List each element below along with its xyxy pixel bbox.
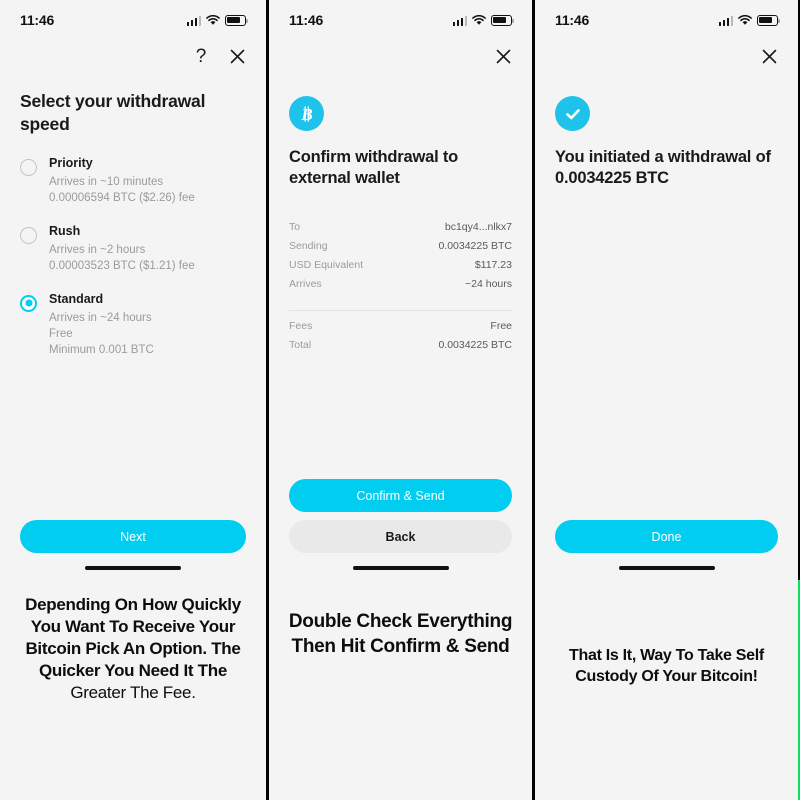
- option-label: Priority: [49, 155, 93, 170]
- option-detail: Free: [49, 327, 73, 340]
- detail-label: Arrives: [289, 278, 322, 291]
- three-panel-tutorial: 11:46 ? Select your withdrawal speed Pri…: [0, 0, 800, 800]
- close-icon[interactable]: [228, 46, 246, 66]
- detail-value: 0.0034225 BTC: [438, 240, 512, 253]
- caption-bold: Depending On How Quickly You Want To Rec…: [25, 595, 241, 681]
- nav-bar-1: ?: [20, 38, 246, 74]
- option-body: Priority Arrives in ~10 minutes 0.000065…: [49, 156, 246, 206]
- caption-text-3: That Is It, Way To Take Self Custody Of …: [569, 647, 764, 685]
- option-body: Standard Arrives in ~24 hours Free Minim…: [49, 292, 246, 358]
- close-icon[interactable]: [494, 46, 512, 66]
- wifi-icon: [738, 14, 752, 26]
- done-button[interactable]: Done: [555, 520, 778, 553]
- phone-screen-1: 11:46 ? Select your withdrawal speed Pri…: [0, 0, 266, 580]
- status-time: 11:46: [555, 12, 590, 28]
- status-bar-3: 11:46: [555, 0, 780, 34]
- check-icon: [555, 96, 590, 131]
- nav-bar-2: [289, 38, 512, 74]
- home-indicator: [85, 566, 181, 570]
- total-row: Total 0.0034225 BTC: [289, 336, 512, 355]
- option-detail: Arrives in ~10 minutes: [49, 175, 164, 188]
- page-title: Select your withdrawal speed: [20, 91, 206, 134]
- detail-value: bc1qy4...nlkx7: [444, 221, 512, 234]
- caption-text-1: Depending On How Quickly You Want To Rec…: [10, 594, 256, 704]
- detail-label: Sending: [289, 240, 328, 253]
- detail-row: To bc1qy4...nlkx7: [289, 218, 512, 237]
- option-rush[interactable]: Rush Arrives in ~2 hours 0.00003523 BTC …: [20, 224, 246, 274]
- detail-row: Sending 0.0034225 BTC: [289, 237, 512, 256]
- radio-priority[interactable]: [20, 158, 37, 176]
- option-priority[interactable]: Priority Arrives in ~10 minutes 0.000065…: [20, 156, 246, 206]
- detail-value: ~24 hours: [465, 278, 512, 291]
- phone-screen-2: 11:46 B Confirm withdrawal to external w…: [269, 0, 532, 580]
- bitcoin-icon: B: [289, 96, 324, 131]
- withdrawal-details: To bc1qy4...nlkx7 Sending 0.0034225 BTC …: [289, 218, 512, 355]
- total-label: Fees: [289, 320, 313, 333]
- status-icons: [718, 14, 780, 26]
- caption-1: Depending On How Quickly You Want To Rec…: [0, 580, 266, 800]
- option-label: Rush: [49, 223, 81, 238]
- battery-icon: [225, 14, 248, 26]
- page-title: Confirm withdrawal to external wallet: [289, 148, 459, 188]
- status-icons: [452, 14, 514, 26]
- option-detail: Minimum 0.001 BTC: [49, 344, 154, 357]
- wifi-icon: [206, 14, 220, 26]
- detail-label: USD Equivalent: [289, 259, 364, 272]
- panel-withdrawal-initiated: 11:46 You initiated a withdrawal of 0.00…: [532, 0, 798, 800]
- back-button[interactable]: Back: [289, 520, 512, 553]
- wifi-icon: [472, 14, 486, 26]
- panel-withdrawal-speed: 11:46 ? Select your withdrawal speed Pri…: [0, 0, 266, 800]
- status-bar-1: 11:46: [20, 0, 248, 34]
- panel-confirm-withdrawal: 11:46 B Confirm withdrawal to external w…: [266, 0, 532, 800]
- caption-3: That Is It, Way To Take Self Custody Of …: [535, 580, 798, 800]
- caption-text-2: Double Check Everything Then Hit Confirm…: [288, 611, 513, 657]
- home-indicator: [352, 566, 449, 570]
- status-time: 11:46: [20, 12, 55, 28]
- section-divider: [289, 309, 512, 311]
- detail-row: USD Equivalent $117.23: [289, 256, 512, 275]
- option-body: Rush Arrives in ~2 hours 0.00003523 BTC …: [49, 224, 246, 274]
- detail-label: To: [289, 221, 301, 234]
- option-detail: 0.00003523 BTC ($1.21) fee: [49, 259, 195, 272]
- svg-text:B: B: [300, 105, 312, 124]
- option-detail: 0.00006594 BTC ($2.26) fee: [49, 191, 195, 204]
- caption-light: Greater The Fee.: [70, 683, 196, 703]
- page-title: You initiated a withdrawal of 0.0034225 …: [555, 148, 771, 188]
- detail-row: Arrives ~24 hours: [289, 275, 512, 294]
- nav-bar-3: [555, 38, 778, 74]
- next-button[interactable]: Next: [20, 520, 246, 553]
- battery-icon: [757, 14, 780, 26]
- option-label: Standard: [49, 291, 104, 306]
- radio-standard[interactable]: [20, 294, 37, 312]
- status-time: 11:46: [289, 12, 324, 28]
- cellular-bars-icon: [718, 15, 733, 26]
- radio-rush[interactable]: [20, 226, 37, 244]
- option-standard[interactable]: Standard Arrives in ~24 hours Free Minim…: [20, 292, 246, 358]
- close-icon[interactable]: [760, 46, 778, 66]
- home-indicator: [618, 566, 715, 570]
- total-row: Fees Free: [289, 317, 512, 336]
- cellular-bars-icon: [452, 15, 467, 26]
- withdrawal-speed-options: Priority Arrives in ~10 minutes 0.000065…: [20, 156, 246, 377]
- help-icon[interactable]: ?: [192, 46, 210, 66]
- battery-icon: [491, 14, 514, 26]
- status-bar-2: 11:46: [289, 0, 514, 34]
- total-label: Total: [289, 339, 312, 352]
- option-detail: Arrives in ~24 hours: [49, 311, 152, 324]
- status-icons: [186, 14, 248, 26]
- cellular-bars-icon: [186, 15, 201, 26]
- total-value: 0.0034225 BTC: [438, 339, 512, 352]
- confirm-send-button[interactable]: Confirm & Send: [289, 479, 512, 512]
- detail-value: $117.23: [474, 259, 512, 272]
- caption-2: Double Check Everything Then Hit Confirm…: [269, 580, 532, 800]
- option-detail: Arrives in ~2 hours: [49, 243, 146, 256]
- phone-screen-3: 11:46 You initiated a withdrawal of 0.00…: [535, 0, 798, 580]
- total-value: Free: [490, 320, 512, 333]
